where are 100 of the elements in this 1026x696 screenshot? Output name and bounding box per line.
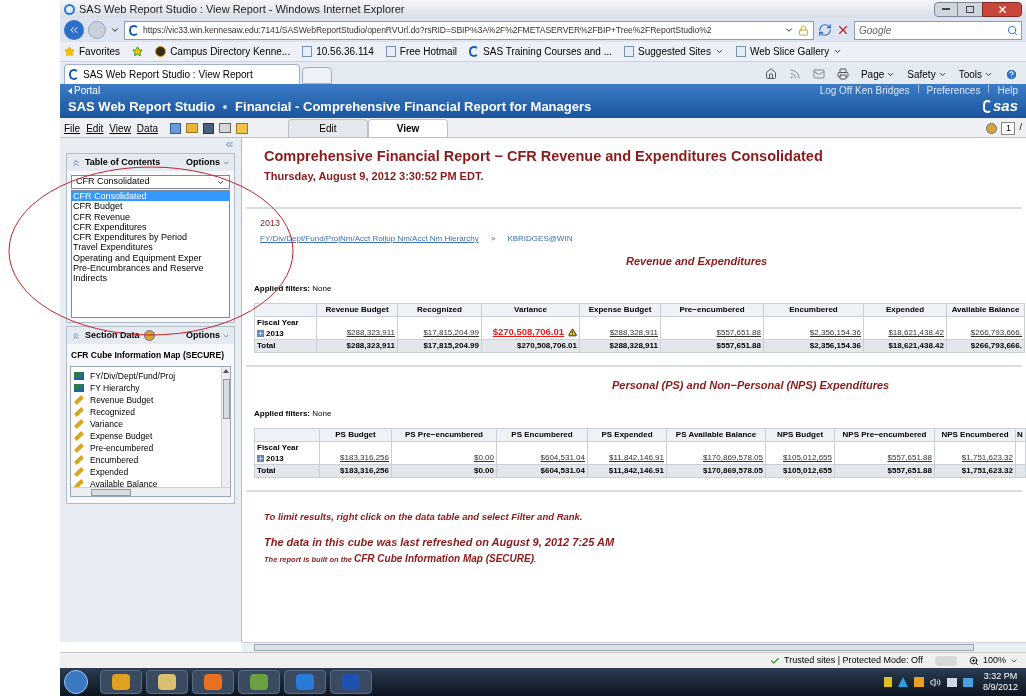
table-cell: $266,793,666. xyxy=(970,341,1022,351)
favorite-link[interactable]: Web Slice Gallery xyxy=(735,44,843,59)
page-field[interactable]: 1 xyxy=(1001,121,1016,135)
edit-button[interactable] xyxy=(236,122,248,134)
dropdown-option[interactable]: Operating and Equipment Exper xyxy=(72,252,229,264)
favorite-link[interactable]: Campus Directory Kenne... xyxy=(155,44,291,59)
collapse-section-button[interactable] xyxy=(71,157,81,168)
column-header: Encumbered xyxy=(763,303,864,317)
options-menu[interactable]: Options xyxy=(186,155,230,170)
expand-icon[interactable] xyxy=(257,330,264,338)
command-menu[interactable]: Page xyxy=(860,66,896,82)
mode-tab[interactable]: View xyxy=(368,119,448,137)
field-list-item[interactable]: FY Hierarchy xyxy=(74,381,221,394)
home-button[interactable] xyxy=(764,68,777,80)
collapse-button[interactable] xyxy=(224,139,235,150)
row-header: Total xyxy=(254,339,317,353)
hint-text: To limit results, right click on the data table and select Filter and Rank. xyxy=(264,509,584,524)
stop-button[interactable] xyxy=(836,23,850,37)
zone-status: Trusted sites | Protected Mode: Off xyxy=(770,653,923,668)
favorite-link[interactable]: SAS Training Courses and ... xyxy=(469,44,613,59)
field-list-item[interactable]: FY/Div/Dept/Fund/Proj xyxy=(74,369,221,382)
command-menu[interactable]: Tools xyxy=(958,66,993,82)
mode-tab[interactable]: Edit xyxy=(288,119,368,137)
menu-item[interactable]: File xyxy=(64,120,81,136)
column-header: NPS Encumbered xyxy=(934,428,1016,442)
cell-link[interactable]: $0.00 xyxy=(473,451,494,464)
menu-item[interactable]: Edit xyxy=(86,120,104,136)
refresh-button[interactable] xyxy=(818,23,832,37)
hierarchy-link[interactable]: FY/Div/Dept/Fund/ProjNm/Acct Rollup Nm/Acct Nm Hierarchy xyxy=(260,232,479,245)
menu-item[interactable]: View xyxy=(109,120,131,136)
dropdown-option[interactable]: Indirects xyxy=(72,273,229,284)
taskbar-app-button[interactable] xyxy=(238,670,280,694)
row-header: Fiscal Year 2013 xyxy=(254,316,317,340)
search-field[interactable]: Google xyxy=(854,20,1022,40)
zoom-button[interactable]: 100% xyxy=(968,653,1018,668)
taskbar-app-button[interactable] xyxy=(192,670,234,694)
expand-icon[interactable] xyxy=(257,454,264,462)
column-header: PS Pre−encumbered xyxy=(391,428,497,442)
start-button[interactable] xyxy=(64,670,88,694)
taskbar-app-button[interactable] xyxy=(284,670,326,694)
taskbar-app-button[interactable] xyxy=(146,670,188,694)
field-list-item[interactable]: Expense Budget xyxy=(74,429,221,442)
favorites-button[interactable]: Favorites xyxy=(64,44,121,59)
field-list-item[interactable]: Revenue Budget xyxy=(74,393,221,406)
dropdown-option[interactable]: Travel Expenditures xyxy=(72,242,229,253)
header-link[interactable]: Log Off Ken Bridges xyxy=(819,83,910,98)
dropdown-option[interactable]: CFR Expenditures by Period xyxy=(72,232,229,243)
header-link[interactable]: Preferences xyxy=(926,83,981,98)
window-title: SAS Web Report Studio : View Report - Windows Internet Explorer xyxy=(79,1,405,17)
command-menu[interactable]: Safety xyxy=(907,66,947,82)
save-button[interactable] xyxy=(203,122,214,134)
applied-filters: Applied filters: None xyxy=(254,407,333,420)
scroll-thumb[interactable] xyxy=(254,644,974,651)
close-icon xyxy=(996,3,1008,15)
maximize-button[interactable] xyxy=(958,1,982,17)
report-dropdown[interactable]: CFR Consolidated xyxy=(71,175,230,189)
dropdown-option[interactable]: CFR Revenue xyxy=(72,211,229,222)
menu-item[interactable]: Data xyxy=(136,120,158,136)
clock[interactable]: 3:32 PM 8/9/2012 xyxy=(978,671,1022,693)
browser-tab[interactable]: SAS Web Report Studio : View Report xyxy=(64,64,300,84)
field-list-item[interactable]: Encumbered xyxy=(74,453,221,466)
field-list-item[interactable]: Pre-encumbered xyxy=(74,441,221,454)
close-button[interactable] xyxy=(982,1,1022,17)
scroll-thumb[interactable] xyxy=(91,488,131,496)
print-button[interactable] xyxy=(219,123,231,133)
field-list-item[interactable]: Expended xyxy=(74,465,221,478)
new-button[interactable] xyxy=(170,122,181,134)
header-link[interactable]: Help xyxy=(997,83,1018,98)
collapse-section-button[interactable] xyxy=(71,330,81,341)
new-tab-button[interactable] xyxy=(302,67,332,84)
table-cell: $604,531.04 xyxy=(540,465,585,475)
taskbar-app-button[interactable] xyxy=(100,670,142,694)
feeds-button[interactable] xyxy=(788,68,801,80)
open-button[interactable] xyxy=(186,123,198,133)
scroll-thumb[interactable] xyxy=(222,378,230,419)
page-icon xyxy=(735,46,746,57)
favorite-link[interactable]: Suggested Sites xyxy=(624,44,724,59)
field-list-item[interactable]: Variance xyxy=(74,417,221,430)
column-header: NPS Pre−encumbered xyxy=(834,428,935,442)
table-cell: $2,356,154.36 xyxy=(809,341,861,351)
options-menu[interactable]: Options xyxy=(186,328,230,343)
star-icon xyxy=(64,46,75,57)
column-header: N xyxy=(1015,428,1026,442)
volume-icon[interactable] xyxy=(929,676,941,688)
add-favorite-icon xyxy=(132,46,144,57)
help-button[interactable] xyxy=(1005,67,1018,81)
field-list-item[interactable]: Recognized xyxy=(74,405,221,418)
column-header: Revenue Budget xyxy=(316,303,398,317)
address-field[interactable]: https://vic33.win.kennesaw.edu:7141/SASWebReportStudio/openRVUrl.do?rsRID=SBIP%3A%2F%2FMETASERVER%2FBIP+Tree%2FReportStudio%2 xyxy=(124,20,814,40)
favorite-link[interactable]: 10.56.36.114 xyxy=(302,44,374,59)
dropdown-option[interactable]: CFR Expenditures xyxy=(72,221,229,233)
print-button[interactable] xyxy=(836,68,849,80)
mail-button[interactable] xyxy=(812,68,825,80)
minimize-button[interactable] xyxy=(934,1,958,17)
dropdown-option[interactable]: Pre-Encumbrances and Reserve xyxy=(72,263,229,274)
portal-link[interactable]: Portal xyxy=(68,83,101,98)
favorite-link[interactable]: Free Hotmail xyxy=(385,44,458,59)
back-button[interactable] xyxy=(64,20,84,40)
dropdown-option[interactable]: CFR Budget xyxy=(72,201,229,212)
column-header: Expense Budget xyxy=(579,303,661,317)
